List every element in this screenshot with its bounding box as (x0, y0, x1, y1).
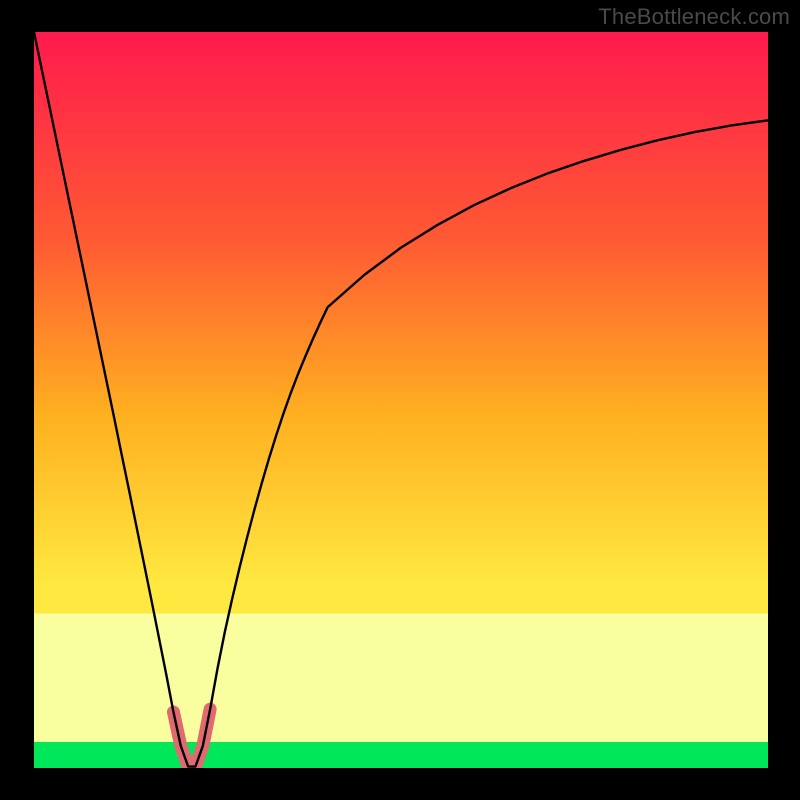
gradient-background (34, 32, 768, 768)
chart-svg (34, 32, 768, 768)
watermark-text: TheBottleneck.com (598, 4, 790, 30)
plot-area (34, 32, 768, 768)
chart-frame: TheBottleneck.com (0, 0, 800, 800)
